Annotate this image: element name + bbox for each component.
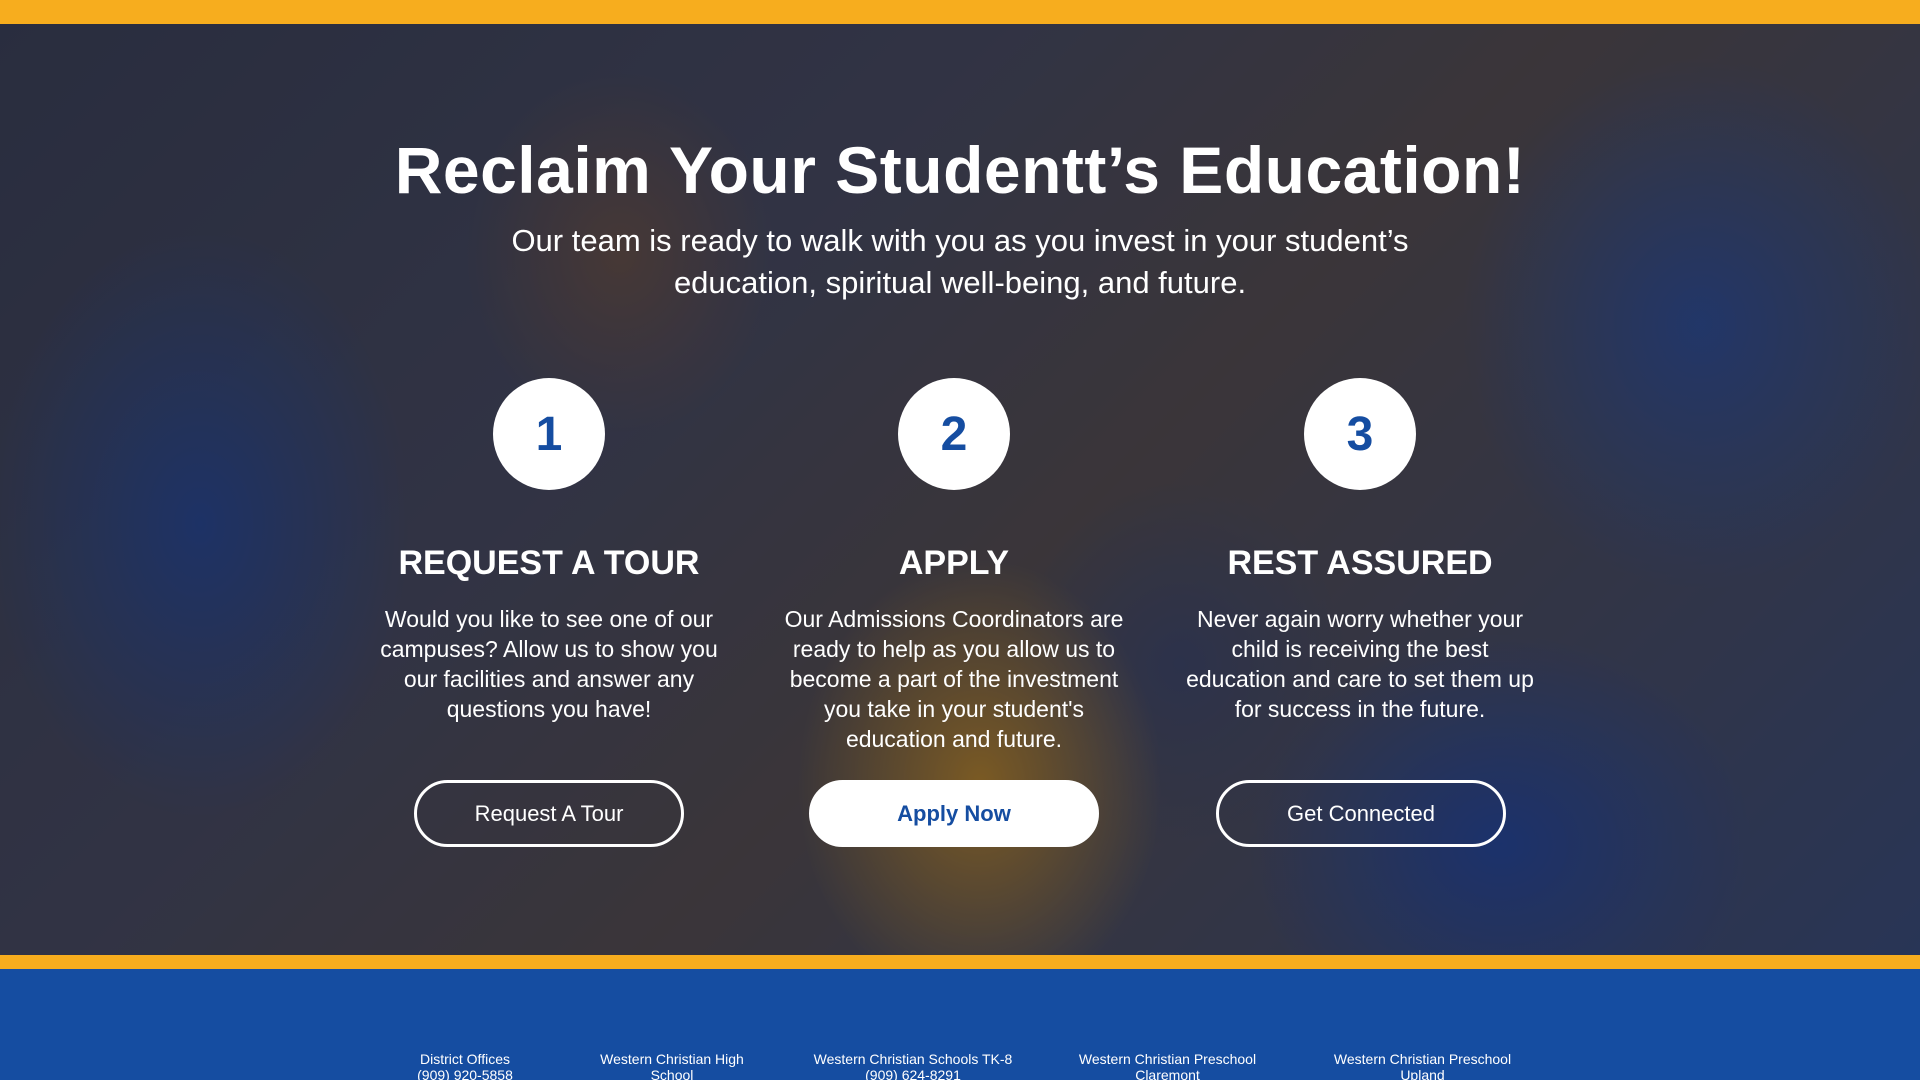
top-accent-bar	[0, 0, 1920, 24]
footer-location[interactable]: District Offices (909) 920-5858	[380, 1051, 550, 1080]
step-number-circle: 1	[493, 378, 605, 490]
step-description: Our Admissions Coordinators are ready to…	[784, 606, 1124, 752]
footer-location-phone: (909) 624-8291	[865, 1067, 961, 1080]
request-tour-button[interactable]: Request A Tour	[414, 780, 684, 847]
footer-location-name: Western Christian Preschool Upland	[1333, 1051, 1512, 1080]
step-heading: REST ASSURED	[1227, 544, 1493, 582]
mid-accent-bar	[0, 955, 1920, 969]
footer-location-name: District Offices	[420, 1051, 510, 1067]
step-number-circle: 3	[1304, 378, 1416, 490]
step-number-circle: 2	[898, 378, 1010, 490]
step-rest-assured: 3 REST ASSURED Never again worry whether…	[1170, 24, 1550, 955]
get-connected-button[interactable]: Get Connected	[1216, 780, 1506, 847]
step-heading: REQUEST A TOUR	[398, 544, 700, 582]
step-description: Never again worry whether your child is …	[1186, 606, 1534, 722]
footer-location[interactable]: Western Christian Preschool Claremont	[1065, 1051, 1270, 1080]
hero-section: Reclaim Your Studentt’s Education! Our t…	[0, 24, 1920, 955]
footer-location[interactable]: Western Christian Schools TK-8 (909) 624…	[803, 1051, 1023, 1080]
footer-location[interactable]: Western Christian Preschool Upland	[1320, 1051, 1525, 1080]
step-apply: 2 APPLY Our Admissions Coordinators are …	[764, 24, 1144, 955]
footer-location-name: Western Christian High School	[600, 1051, 744, 1080]
footer-location-name: Western Christian Preschool Claremont	[1078, 1051, 1257, 1080]
footer-location-phone: (909) 920-5858	[417, 1067, 513, 1080]
footer: District Offices (909) 920-5858 Western …	[0, 969, 1920, 1080]
apply-now-button[interactable]: Apply Now	[809, 780, 1099, 847]
footer-location-name: Western Christian Schools TK-8	[813, 1051, 1013, 1067]
step-description: Would you like to see one of our campuse…	[380, 606, 718, 722]
footer-location[interactable]: Western Christian High School	[585, 1051, 759, 1080]
step-request-tour: 1 REQUEST A TOUR Would you like to see o…	[359, 24, 739, 955]
step-heading: APPLY	[898, 544, 1010, 582]
